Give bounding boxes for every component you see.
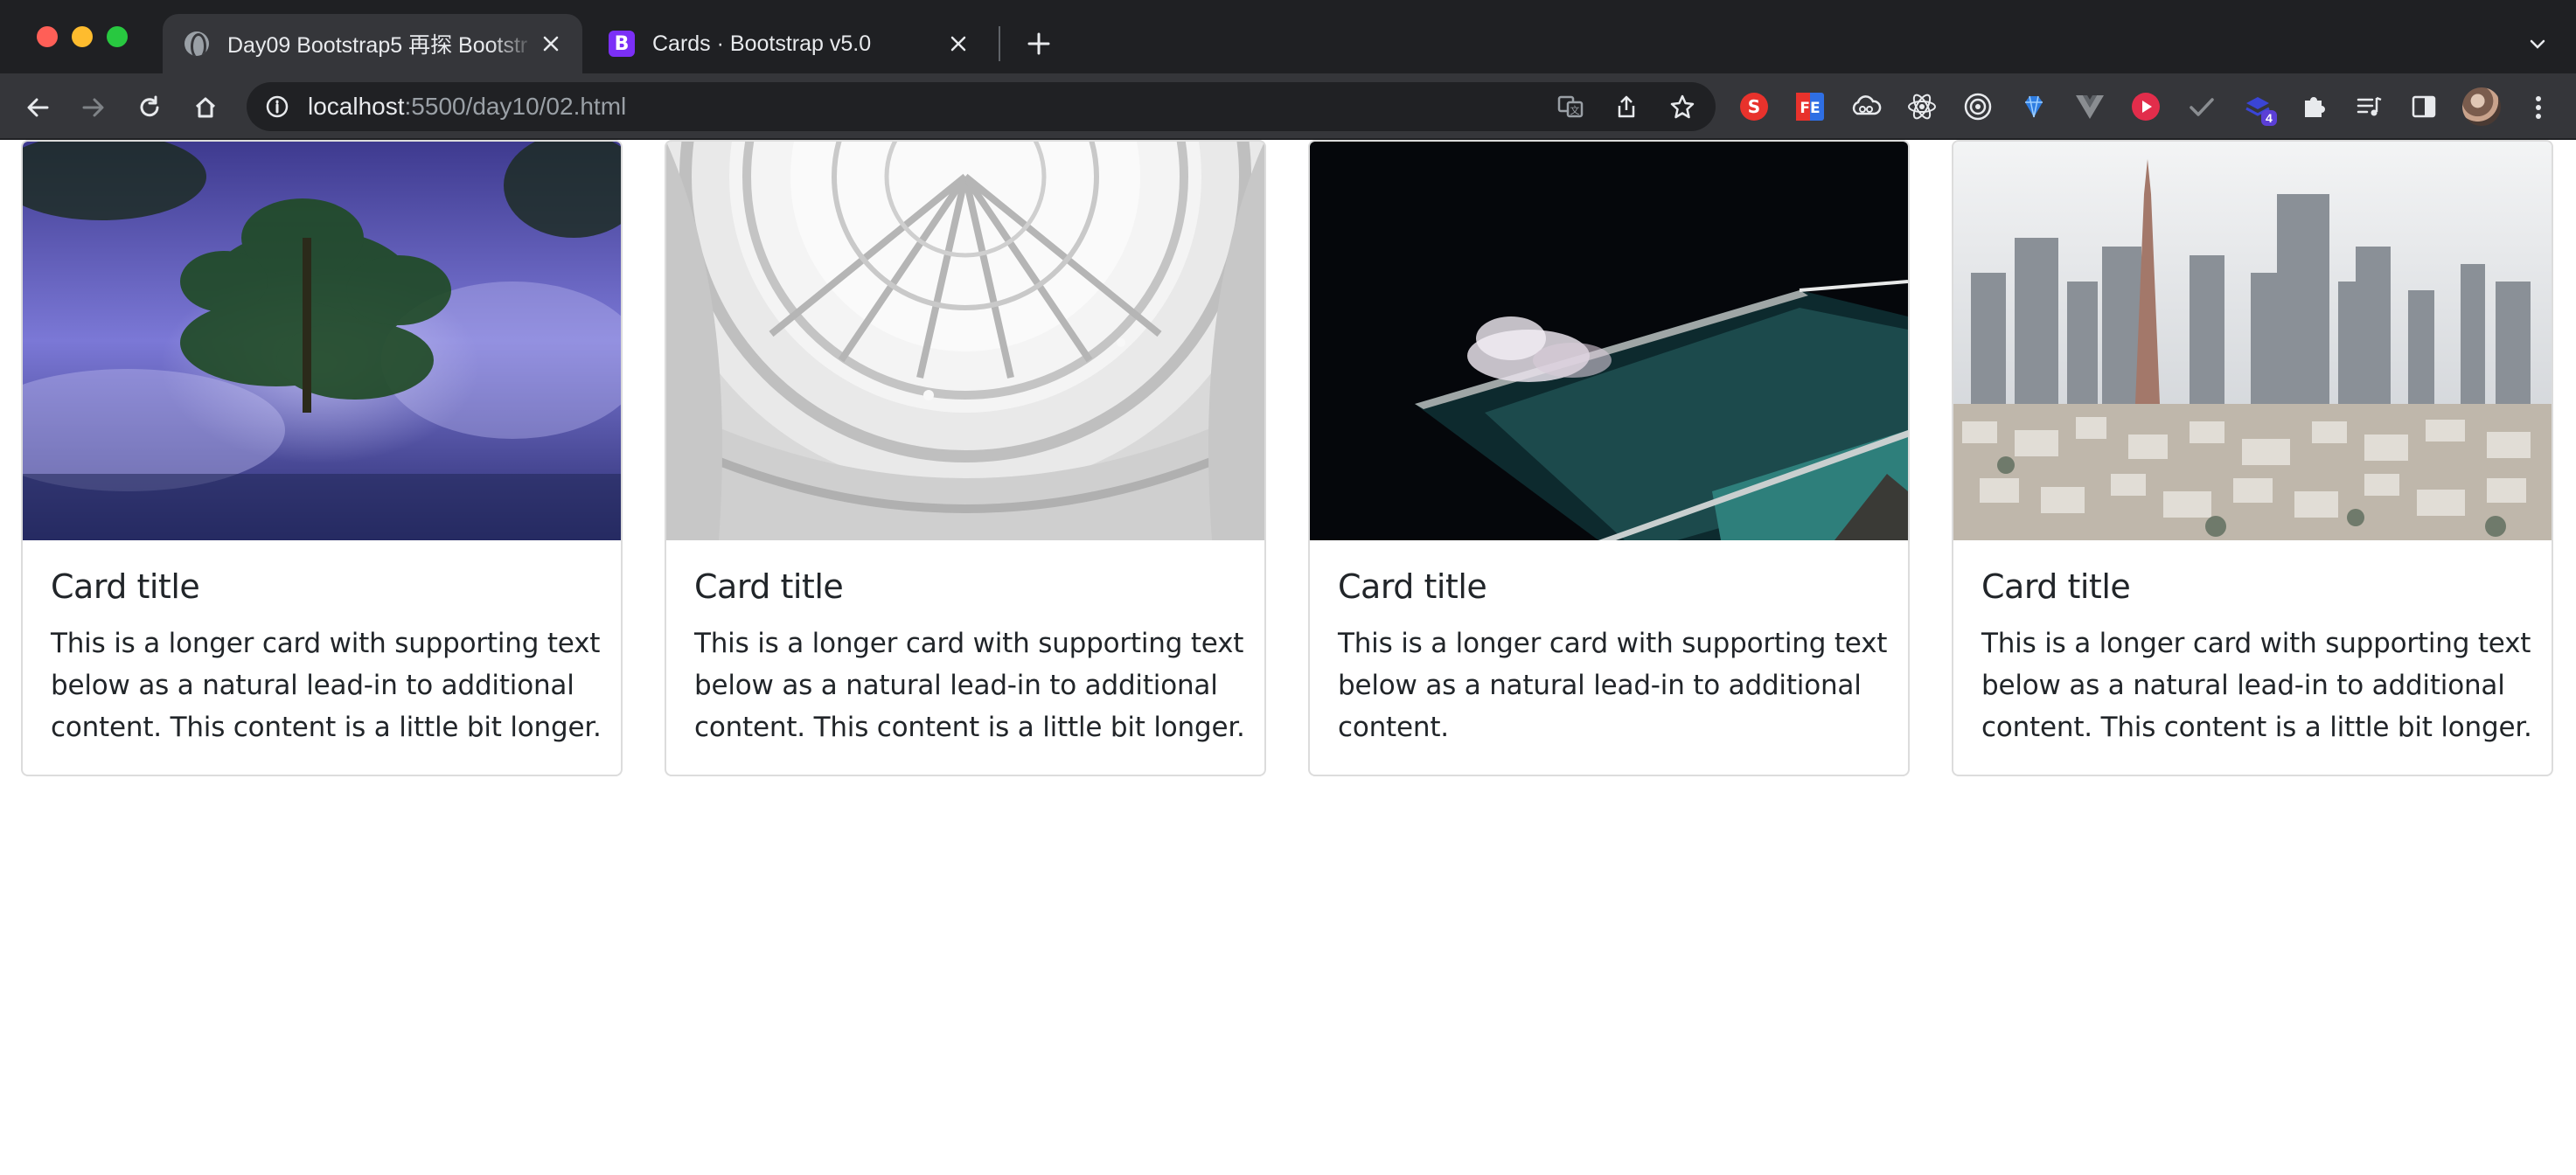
tab-divider xyxy=(999,26,1000,61)
translate-icon[interactable]: 文 xyxy=(1553,89,1588,124)
s-extension-icon[interactable]: S xyxy=(1737,89,1772,124)
card: Card title This is a longer card with su… xyxy=(1308,140,1910,776)
play-extension-icon[interactable] xyxy=(2128,89,2163,124)
gem-extension-icon[interactable] xyxy=(2016,89,2051,124)
card-title: Card title xyxy=(1981,567,2131,606)
bookmark-star-icon[interactable] xyxy=(1665,89,1700,124)
card: Card title This is a longer card with su… xyxy=(21,140,623,776)
card-body: Card title This is a longer card with su… xyxy=(694,565,1245,748)
card-text: This is a longer card with supporting te… xyxy=(1338,628,1888,743)
card-text: This is a longer card with supporting te… xyxy=(694,628,1245,743)
browser-toolbar: localhost:5500/day10/02.html 文 S FE 4 xyxy=(0,73,2576,140)
checkmark-extension-icon[interactable] xyxy=(2184,89,2219,124)
city-skyline-photo xyxy=(1953,142,2552,540)
chevron-down-icon[interactable] xyxy=(2518,24,2557,63)
back-arrow-icon[interactable] xyxy=(17,87,58,128)
home-icon[interactable] xyxy=(185,87,226,128)
svg-text:文: 文 xyxy=(1570,104,1580,116)
url-text[interactable]: localhost:5500/day10/02.html xyxy=(308,93,626,121)
card-text: This is a longer card with supporting te… xyxy=(51,628,602,743)
cloud-extension-icon[interactable] xyxy=(1848,89,1883,124)
card: Card title This is a longer card with su… xyxy=(1952,140,2553,776)
puzzle-icon[interactable] xyxy=(2296,89,2331,124)
react-devtools-icon[interactable] xyxy=(1904,89,1939,124)
tab-cards-bootstrap[interactable]: B Cards · Bootstrap v5.0 xyxy=(588,14,990,73)
svg-text:FE: FE xyxy=(1800,100,1820,117)
side-panel-icon[interactable] xyxy=(2406,89,2441,124)
tab-strip: Day09 Bootstrap5 再探 Bootstr B Cards · Bo… xyxy=(0,0,2576,73)
page-viewport: Card title This is a longer card with su… xyxy=(0,140,2576,1175)
card-body: Card title This is a longer card with su… xyxy=(1981,565,2532,748)
maximize-window-button[interactable] xyxy=(107,26,128,47)
card-body: Card title This is a longer card with su… xyxy=(51,565,602,748)
card-title: Card title xyxy=(694,567,844,606)
card-text: This is a longer card with supporting te… xyxy=(1981,628,2532,743)
tree-reflection-photo xyxy=(23,142,621,540)
svg-text:S: S xyxy=(1748,96,1760,117)
address-bar[interactable]: localhost:5500/day10/02.html 文 xyxy=(247,82,1716,131)
close-icon[interactable] xyxy=(944,30,972,58)
share-icon[interactable] xyxy=(1609,89,1644,124)
kebab-menu-icon[interactable] xyxy=(2518,87,2559,128)
tab-day09[interactable]: Day09 Bootstrap5 再探 Bootstr xyxy=(163,14,582,73)
profile-avatar[interactable] xyxy=(2462,87,2501,126)
forward-arrow-icon[interactable] xyxy=(73,87,114,128)
layers-extension-icon[interactable]: 4 xyxy=(2240,89,2277,126)
card-title: Card title xyxy=(51,567,200,606)
fe-extension-icon[interactable]: FE xyxy=(1793,89,1828,124)
info-icon[interactable] xyxy=(264,94,290,120)
extension-badge: 4 xyxy=(2261,110,2277,126)
close-window-button[interactable] xyxy=(37,26,58,47)
tab-title: Cards · Bootstrap v5.0 xyxy=(652,31,872,56)
ocean-pool-photo xyxy=(1310,142,1908,540)
target-extension-icon[interactable] xyxy=(1960,89,1995,124)
minimize-window-button[interactable] xyxy=(72,26,93,47)
reload-icon[interactable] xyxy=(129,87,170,128)
bootstrap-logo-icon: B xyxy=(609,31,635,57)
card-body: Card title This is a longer card with su… xyxy=(1338,565,1889,748)
new-tab-button[interactable] xyxy=(1020,24,1058,63)
globe-icon xyxy=(184,31,210,57)
museum-rotunda-photo xyxy=(666,142,1264,540)
card: Card title This is a longer card with su… xyxy=(665,140,1266,776)
close-icon[interactable] xyxy=(537,30,565,58)
tab-title: Day09 Bootstrap5 再探 Bootstr xyxy=(227,33,528,58)
media-queue-icon[interactable] xyxy=(2352,89,2387,124)
card-title: Card title xyxy=(1338,567,1487,606)
vue-devtools-icon[interactable] xyxy=(2072,89,2107,124)
